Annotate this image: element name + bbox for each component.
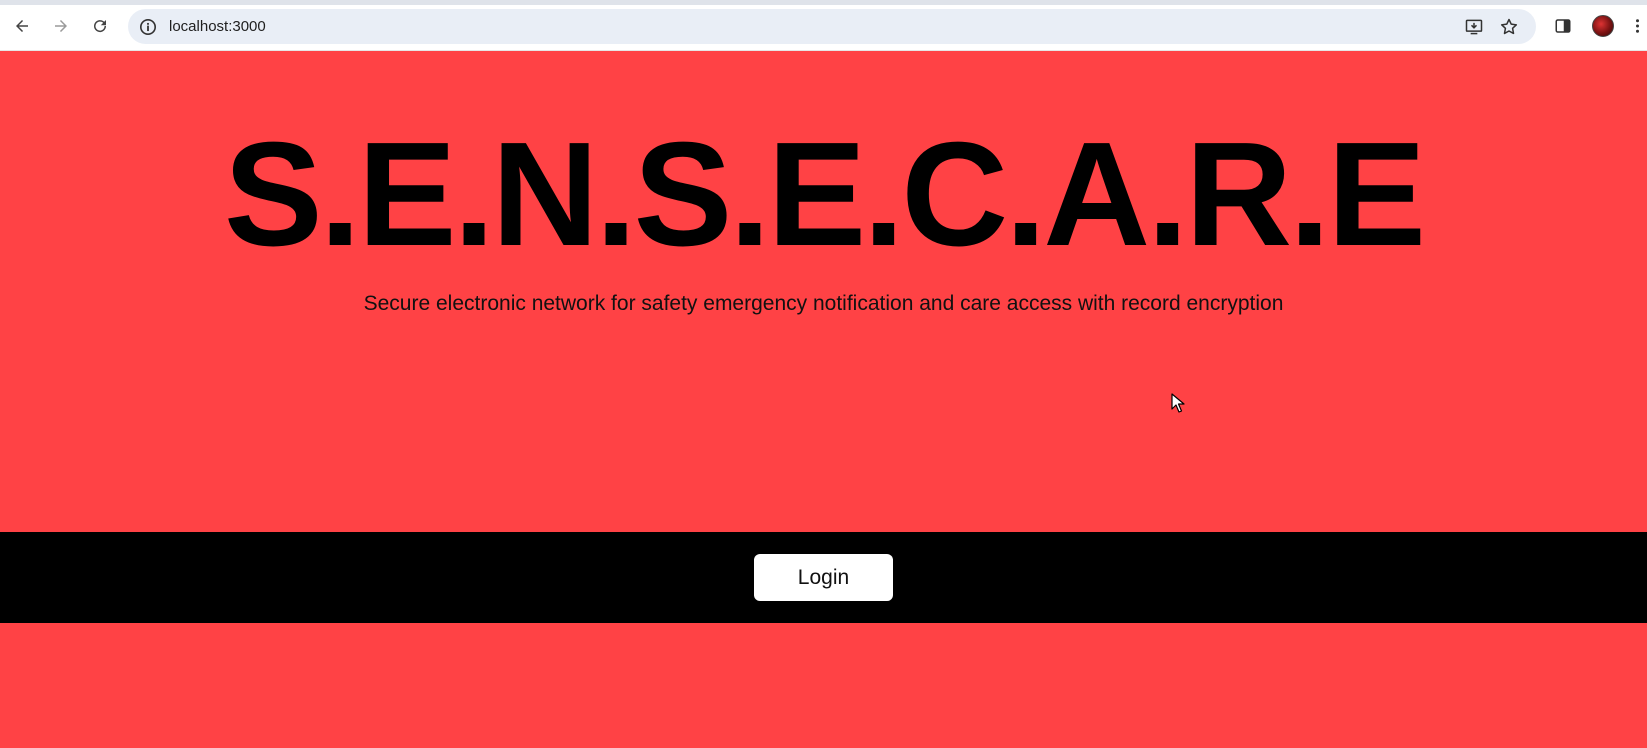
mouse-cursor-icon <box>1171 393 1185 413</box>
address-bar[interactable]: localhost:3000 <box>128 9 1536 44</box>
page-subtitle: Secure electronic network for safety eme… <box>363 292 1284 315</box>
side-panel-icon <box>1555 19 1571 33</box>
forward-button[interactable] <box>47 12 75 40</box>
reload-icon <box>94 20 107 33</box>
login-button[interactable]: Login <box>754 554 893 601</box>
info-icon[interactable] <box>138 17 158 37</box>
login-bar: Login <box>0 532 1647 623</box>
page-title: S.E.N.S.E.C.A.R.E <box>223 112 1426 277</box>
forward-arrow-icon <box>55 20 67 32</box>
reload-button[interactable] <box>86 12 114 40</box>
more-menu-icon <box>1635 19 1639 33</box>
side-panel-button[interactable] <box>1549 12 1577 40</box>
more-menu-button[interactable] <box>1628 12 1646 40</box>
back-arrow-icon <box>16 20 28 32</box>
profile-avatar <box>1592 15 1614 37</box>
browser-toolbar: localhost:3000 <box>0 0 1647 51</box>
install-app-icon[interactable] <box>1463 16 1485 38</box>
star-icon[interactable] <box>1498 16 1520 38</box>
back-button[interactable] <box>8 12 36 40</box>
tab-strip <box>0 0 1647 5</box>
url-text[interactable]: localhost:3000 <box>169 17 266 36</box>
profile-button[interactable] <box>1589 12 1617 40</box>
